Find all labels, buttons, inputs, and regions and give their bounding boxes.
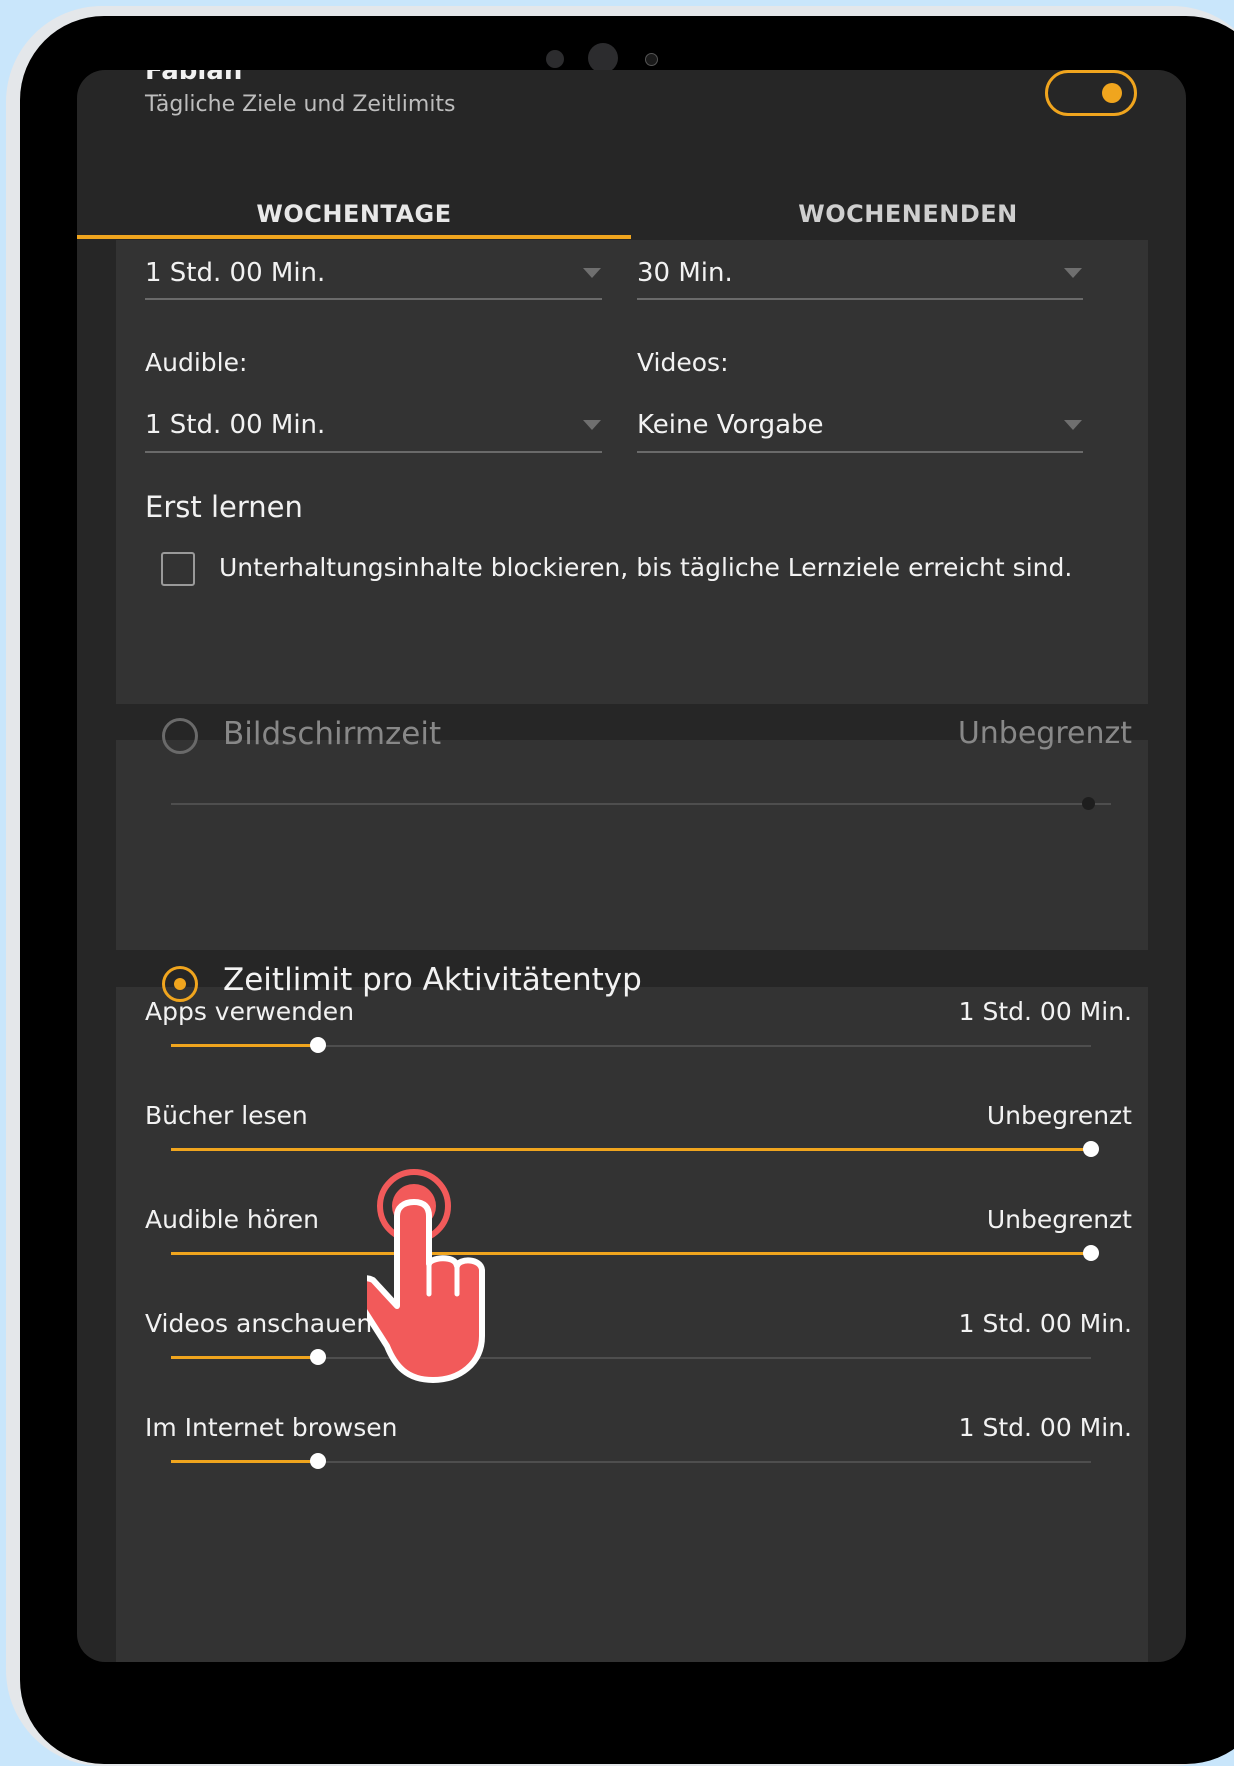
dropdown-underline bbox=[637, 298, 1083, 300]
activity-slider-fill bbox=[171, 1148, 1091, 1151]
activity-slider-fill bbox=[171, 1460, 318, 1463]
screen-time-card bbox=[116, 740, 1148, 950]
activity-slider-fill bbox=[171, 1044, 318, 1047]
tap-hand-icon bbox=[367, 1169, 485, 1383]
screen-time-slider-track bbox=[171, 803, 1111, 805]
learn-first-checkbox[interactable] bbox=[161, 552, 195, 586]
sensor-dot bbox=[546, 50, 564, 68]
chevron-down-icon[interactable] bbox=[583, 420, 601, 430]
chevron-down-icon[interactable] bbox=[1064, 268, 1082, 278]
dropdown-underline bbox=[637, 451, 1083, 453]
learn-first-checkbox-label: Unterhaltungsinhalte blockieren, bis täg… bbox=[219, 553, 1073, 582]
screen: Fabian Tägliche Ziele und Zeitlimits WOC… bbox=[77, 70, 1186, 1662]
goals-card bbox=[116, 240, 1148, 704]
chevron-down-icon[interactable] bbox=[583, 268, 601, 278]
profile-subtitle: Tägliche Ziele und Zeitlimits bbox=[145, 92, 456, 117]
chevron-down-icon[interactable] bbox=[1064, 420, 1082, 430]
radio-selected-dot bbox=[174, 978, 186, 990]
activity-slider-fill bbox=[171, 1356, 318, 1359]
activity-limit-value: Unbegrenzt bbox=[986, 1101, 1132, 1130]
activity-label: Apps verwenden bbox=[145, 997, 355, 1026]
front-camera bbox=[645, 53, 658, 66]
activity-limit-value: 1 Std. 00 Min. bbox=[958, 1309, 1132, 1338]
per-activity-title: Zeitlimit pro Aktivitätentyp bbox=[223, 962, 642, 998]
activity-label: Im Internet browsen bbox=[145, 1413, 398, 1442]
activity-slider-thumb[interactable] bbox=[1083, 1245, 1099, 1261]
profile-name: Fabian bbox=[145, 70, 243, 86]
activity-limit-value: 1 Std. 00 Min. bbox=[958, 997, 1132, 1026]
profile-toggle[interactable] bbox=[1045, 70, 1137, 116]
screen-time-slider-thumb[interactable] bbox=[1082, 797, 1095, 810]
active-tab-indicator bbox=[77, 235, 631, 239]
toggle-knob bbox=[1102, 83, 1122, 103]
activity-slider-thumb[interactable] bbox=[310, 1037, 326, 1053]
goal-dropdown-value[interactable]: 30 Min. bbox=[637, 258, 733, 288]
screen-time-title: Bildschirmzeit bbox=[223, 716, 442, 752]
activity-slider-fill bbox=[171, 1252, 1091, 1255]
activity-label: Bücher lesen bbox=[145, 1101, 308, 1130]
learn-first-title: Erst lernen bbox=[145, 490, 303, 524]
screen-time-radio[interactable] bbox=[162, 718, 198, 754]
activity-slider-thumb[interactable] bbox=[310, 1453, 326, 1469]
tab-weekends[interactable]: WOCHENENDEN bbox=[631, 180, 1185, 248]
audible-label: Audible: bbox=[145, 348, 248, 377]
activity-limit-value: 1 Std. 00 Min. bbox=[958, 1413, 1132, 1442]
activity-label: Videos anschauen bbox=[145, 1309, 373, 1338]
audible-dropdown-value[interactable]: 1 Std. 00 Min. bbox=[145, 410, 325, 440]
videos-label: Videos: bbox=[637, 348, 729, 377]
dropdown-underline bbox=[145, 298, 602, 300]
videos-dropdown-value[interactable]: Keine Vorgabe bbox=[637, 410, 824, 440]
activity-slider-thumb[interactable] bbox=[1083, 1141, 1099, 1157]
camera-lens bbox=[588, 43, 618, 73]
dropdown-underline bbox=[145, 451, 602, 453]
activity-label: Audible hören bbox=[145, 1205, 319, 1234]
goal-dropdown-value[interactable]: 1 Std. 00 Min. bbox=[145, 258, 325, 288]
activity-slider-thumb[interactable] bbox=[310, 1349, 326, 1365]
activity-limit-value: Unbegrenzt bbox=[986, 1205, 1132, 1234]
screen-time-value: Unbegrenzt bbox=[957, 716, 1132, 751]
